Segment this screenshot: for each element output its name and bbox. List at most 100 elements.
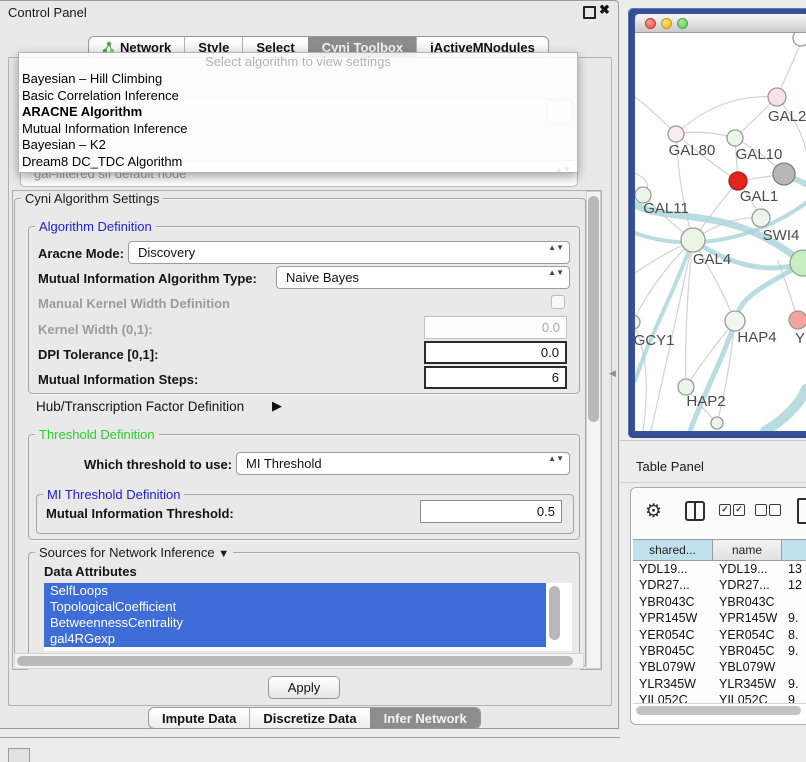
table-cell: YLR345W: [713, 676, 782, 692]
kernel-width-field[interactable]: 0.0: [424, 316, 567, 339]
table-cell: YBL079W: [633, 659, 713, 675]
settings-vscrollbar-thumb[interactable]: [588, 196, 599, 422]
algorithm-popup-item[interactable]: Basic Correlation Inference: [19, 88, 577, 105]
settings-hscrollbar-thumb[interactable]: [17, 656, 573, 666]
table-header-row: shared... name: [633, 539, 806, 561]
table-row[interactable]: YBL079WYBL079W: [633, 659, 806, 675]
network-edge[interactable]: [676, 132, 735, 138]
unchecked-checkbox-icon[interactable]: [755, 504, 767, 516]
network-node-label: GAL80: [669, 142, 716, 159]
mi-steps-field[interactable]: 6: [424, 366, 567, 389]
column-header-partial[interactable]: [782, 540, 806, 560]
hub-definition-expander-label[interactable]: Hub/Transcription Factor Definition: [36, 399, 244, 414]
table-hscrollbar-thumb[interactable]: [636, 706, 801, 715]
unchecked-checkbox-icon[interactable]: [769, 504, 781, 516]
network-edge-thick[interactable]: [765, 389, 806, 431]
list-vertical-scrollbar[interactable]: [549, 586, 560, 640]
table-cell: 9.: [782, 676, 806, 692]
network-node[interactable]: [773, 163, 795, 185]
collapse-arrow-icon[interactable]: ▼: [218, 548, 229, 560]
table-cell: YBR043C: [633, 594, 713, 610]
algorithm-popup-item[interactable]: Bayesian – Hill Climbing: [19, 71, 577, 88]
data-attributes-list[interactable]: SelfLoopsTopologicalCoefficientBetweenne…: [44, 583, 572, 651]
split-columns-icon[interactable]: [685, 501, 705, 521]
table-row[interactable]: YDR27...YDR27...12: [633, 577, 806, 593]
manual-kernel-checkbox[interactable]: [551, 295, 565, 309]
aracne-mode-value: Discovery: [138, 245, 195, 260]
table-cell: [782, 659, 806, 675]
network-node-gal4[interactable]: [681, 228, 705, 252]
data-attribute-item[interactable]: BetweennessCentrality: [44, 615, 546, 631]
network-edge-thick[interactable]: [690, 321, 735, 431]
table-hscrollbar-track[interactable]: [633, 703, 806, 717]
network-node-gal10[interactable]: [727, 130, 743, 146]
dpi-tolerance-field[interactable]: 0.0: [424, 341, 567, 364]
table-function-icon[interactable]: [797, 498, 806, 524]
network-node-gal2[interactable]: [768, 88, 786, 106]
network-edge-thick[interactable]: [635, 240, 693, 381]
table-row[interactable]: YDL19...YDL19...13: [633, 561, 806, 577]
network-node-label: Y: [795, 330, 805, 347]
network-node[interactable]: [711, 417, 723, 429]
table-toolbar: ⚙ ✓ ✓: [631, 488, 806, 538]
which-threshold-combobox[interactable]: MI Threshold ▲▼: [236, 452, 570, 475]
network-canvas[interactable]: GAL2GAL80GAL10GAL1GAL11SWI4GAL4GCY1HAP4Y…: [635, 33, 806, 431]
table-row[interactable]: YLR345WYLR345W9.: [633, 676, 806, 692]
network-node-gcy1[interactable]: [635, 315, 640, 329]
table-row[interactable]: YBR045CYBR045C9.: [633, 643, 806, 659]
table-row[interactable]: YER054CYER054C8.: [633, 627, 806, 643]
checked-checkbox-icon[interactable]: ✓: [733, 504, 745, 516]
table-cell: YER054C: [633, 627, 713, 643]
network-node[interactable]: [793, 33, 806, 46]
data-attribute-item[interactable]: TopologicalCoefficient: [44, 599, 546, 615]
table-cell: YBR043C: [713, 594, 782, 610]
tab-discretize-data[interactable]: Discretize Data: [249, 708, 369, 728]
checked-checkbox-icon[interactable]: ✓: [719, 504, 731, 516]
data-attribute-item[interactable]: gal4RGexp: [44, 631, 546, 647]
tab-infer-network[interactable]: Infer Network: [370, 708, 480, 728]
data-attribute-item[interactable]: SelfLoops: [44, 583, 546, 599]
mi-threshold-field[interactable]: 0.5: [420, 500, 562, 523]
algorithm-popup-item[interactable]: ARACNE Algorithm: [19, 104, 577, 121]
network-node-swi4[interactable]: [752, 209, 770, 227]
aracne-mode-label: Aracne Mode:: [38, 246, 124, 261]
window-bottom-edge: [0, 737, 628, 738]
algorithm-popup-item[interactable]: Mutual Information Inference: [19, 121, 577, 138]
network-edge[interactable]: [676, 97, 777, 134]
close-traffic-light[interactable]: [645, 18, 656, 29]
network-node-gal80[interactable]: [668, 126, 684, 142]
algorithm-popup-item[interactable]: Bayesian – K2: [19, 137, 577, 154]
table-row[interactable]: YPR145WYPR145W9.: [633, 610, 806, 626]
tab-impute-data[interactable]: Impute Data: [149, 708, 249, 728]
column-header-shared-name[interactable]: shared...: [633, 540, 713, 560]
algorithm-popup-item[interactable]: Dream8 DC_TDC Algorithm: [19, 154, 577, 171]
apply-button[interactable]: Apply: [268, 676, 340, 699]
network-node-y[interactable]: [789, 311, 806, 329]
table-row[interactable]: YBR043CYBR043C: [633, 594, 806, 610]
gear-icon[interactable]: ⚙: [645, 500, 662, 523]
zoom-traffic-light[interactable]: [677, 18, 688, 29]
expander-arrow-icon[interactable]: ▶: [272, 398, 282, 414]
network-node-label: HAP2: [686, 393, 725, 410]
table-rows: YDL19...YDL19...13YDR27...YDR27...12YBR0…: [633, 561, 806, 709]
mi-type-combobox[interactable]: Naive Bayes ▲▼: [276, 266, 570, 289]
which-threshold-value: MI Threshold: [246, 456, 322, 471]
aracne-mode-combobox[interactable]: Discovery ▲▼: [128, 241, 570, 264]
partial-button[interactable]: [8, 748, 30, 762]
network-graph[interactable]: GAL2GAL80GAL10GAL1GAL11SWI4GAL4GCY1HAP4Y…: [635, 33, 806, 431]
mi-steps-label: Mutual Information Steps:: [38, 372, 198, 387]
cyni-algorithm-settings-title: Cyni Algorithm Settings: [21, 191, 163, 206]
split-divider-grip[interactable]: ◀: [609, 368, 617, 378]
column-header-name[interactable]: name: [713, 540, 782, 560]
node-table: shared... name YDL19...YDL19...13YDR27..…: [633, 539, 806, 714]
network-window-titlebar[interactable]: [635, 14, 806, 33]
network-node-label: GCY1: [635, 332, 674, 349]
table-cell: YLR345W: [633, 676, 713, 692]
dpi-tolerance-label: DPI Tolerance [0,1]:: [38, 347, 158, 362]
mi-type-value: Naive Bayes: [286, 270, 359, 285]
manual-kernel-label: Manual Kernel Width Definition: [38, 296, 230, 311]
mi-threshold-group-title: MI Threshold Definition: [43, 487, 184, 502]
minimize-traffic-light[interactable]: [661, 18, 672, 29]
network-node-hap4[interactable]: [725, 311, 745, 331]
stepper-arrows-icon: ▲▼: [548, 244, 564, 252]
